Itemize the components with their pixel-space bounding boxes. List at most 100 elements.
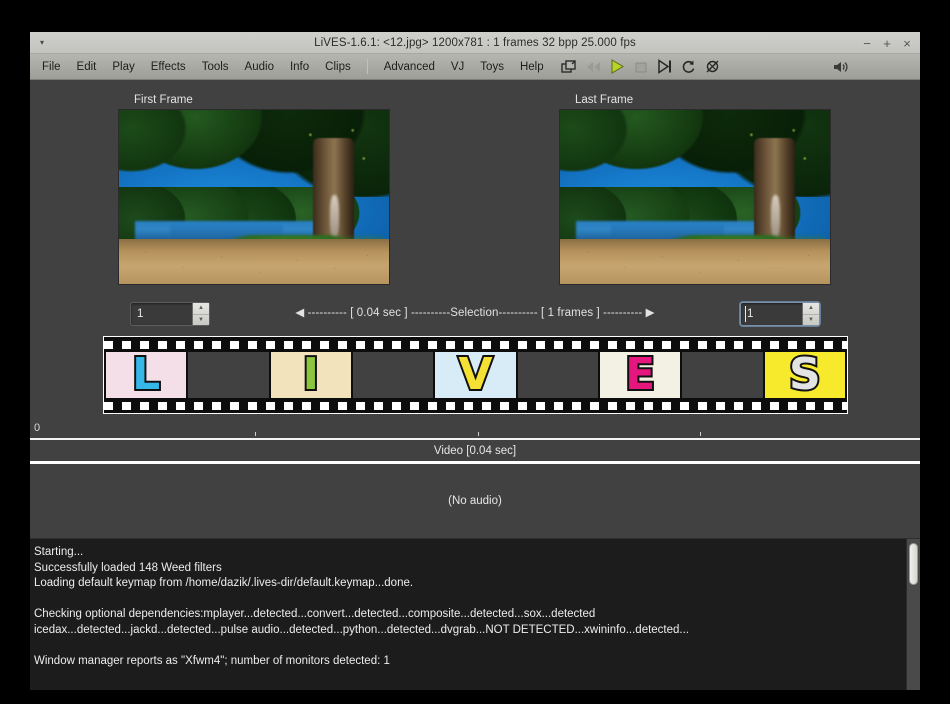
console-scrollbar[interactable] [906,539,920,690]
filmstrip-perforation [716,340,725,349]
play-selection-icon[interactable] [654,57,676,77]
filmstrip-perforation [374,340,383,349]
filmstrip-perforation [230,340,239,349]
menu-info[interactable]: Info [282,58,317,76]
rewind-icon[interactable] [582,57,604,77]
timeline-zero-label: 0 [34,422,41,434]
console-line: Window manager reports as "Xfwm4"; numbe… [34,654,390,667]
audio-track[interactable]: (No audio) [30,464,920,538]
menu-audio[interactable]: Audio [237,58,282,76]
filmstrip-perforation [536,340,545,349]
filmstrip-frame[interactable]: V [435,352,516,398]
filmstrip-frame[interactable]: I [270,352,351,398]
window-menu-icon[interactable]: ▾ [30,32,54,54]
filmstrip-perforation [122,401,131,410]
message-console-wrap: Starting... Successfully loaded 148 Weed … [30,538,920,690]
filmstrip-perforation [410,340,419,349]
filmstrip-gap[interactable] [517,352,598,398]
filmstrip-perforation [356,340,365,349]
filmstrip-perforation [554,340,563,349]
filmstrip-perforation [482,340,491,349]
end-frame-step-up-icon[interactable]: ▲ [803,303,819,315]
filmstrip-perforation [338,401,347,410]
filmstrip-perforation [824,401,833,410]
filmstrip-perforation [158,401,167,410]
minimize-icon[interactable]: − [858,34,876,52]
filmstrip-perforation [140,340,149,349]
filmstrip-frame-letter: L [130,352,162,398]
volume-icon[interactable] [830,57,852,77]
video-track[interactable]: Video [0.04 sec] [30,440,920,464]
maximize-icon[interactable]: + [878,34,896,52]
filmstrip-perforation [248,340,257,349]
filmstrip-perforation [734,401,743,410]
first-frame-image[interactable] [118,109,390,285]
menu-toys[interactable]: Toys [472,58,512,76]
filmstrip-perforation [212,401,221,410]
filmstrip-gap[interactable] [682,352,763,398]
filmstrip-perforation [302,401,311,410]
filmstrip-perforation [176,340,185,349]
mute-audio-icon[interactable] [702,57,724,77]
loop-icon[interactable] [678,57,700,77]
filmstrip-area: LIVES [30,336,920,420]
menu-help[interactable]: Help [512,58,552,76]
audio-track-label: (No audio) [448,495,502,507]
filmstrip-frame[interactable]: S [764,352,845,398]
message-console[interactable]: Starting... Successfully loaded 148 Weed … [30,539,906,690]
filmstrip-perforation [392,401,401,410]
last-frame-scene [560,110,830,284]
filmstrip-perforation [518,340,527,349]
filmstrip-perforation [680,401,689,410]
filmstrip-frame-letter: V [456,352,494,398]
menu-play[interactable]: Play [104,58,142,76]
separate-windows-icon[interactable] [558,57,580,77]
window-title: LiVES-1.6.1: <12.jpg> 1200x781 : 1 frame… [314,36,636,49]
filmstrip-perforation [518,401,527,410]
menu-tools[interactable]: Tools [194,58,237,76]
filmstrip-perforation [806,401,815,410]
menu-edit[interactable]: Edit [69,58,105,76]
end-frame-value[interactable]: 1 [741,303,802,325]
filmstrip-perforation [464,340,473,349]
filmstrip-frame-letter: E [623,352,657,398]
last-frame-image[interactable] [559,109,831,285]
filmstrip-perforation [338,340,347,349]
filmstrip-perforation [644,401,653,410]
filmstrip-perforation [320,340,329,349]
console-scrollbar-thumb[interactable] [909,543,918,585]
filmstrip-perforation [500,401,509,410]
frame-previews: First Frame Last Frame [30,80,920,302]
close-icon[interactable]: × [898,34,916,52]
window-titlebar[interactable]: ▾ LiVES-1.6.1: <12.jpg> 1200x781 : 1 fra… [30,32,920,54]
menu-clips[interactable]: Clips [317,58,359,76]
stop-icon[interactable] [630,57,652,77]
filmstrip-perforation [842,401,847,410]
console-line: Successfully loaded 148 Weed filters [34,561,222,574]
menu-advanced[interactable]: Advanced [376,58,443,76]
end-frame-step-down-icon[interactable]: ▼ [803,315,819,326]
filmstrip-perforation [410,401,419,410]
menu-effects[interactable]: Effects [143,58,194,76]
play-icon[interactable] [606,57,628,77]
selection-controls: 1 ▲ ▼ ◀ ---------- [ 0.04 sec ] --------… [30,302,920,336]
menu-file[interactable]: File [34,58,69,76]
end-frame-spinbox[interactable]: 1 ▲ ▼ [740,302,820,326]
timeline-ruler[interactable]: 0 [30,420,920,440]
filmstrip-gap[interactable] [188,352,269,398]
filmstrip-perforation [662,401,671,410]
filmstrip-perforation [662,340,671,349]
filmstrip-perforation [572,340,581,349]
filmstrip[interactable]: LIVES [103,336,848,414]
filmstrip-perforation [788,340,797,349]
filmstrip-perforation [122,340,131,349]
menu-vj[interactable]: VJ [443,58,472,76]
filmstrip-gap[interactable] [352,352,434,398]
filmstrip-frame[interactable]: L [106,352,187,398]
filmstrip-frame[interactable]: E [599,352,681,398]
filmstrip-perforation [248,401,257,410]
filmstrip-perforation [158,340,167,349]
end-frame-stepper[interactable]: ▲ ▼ [802,303,819,325]
filmstrip-perforation [752,340,761,349]
